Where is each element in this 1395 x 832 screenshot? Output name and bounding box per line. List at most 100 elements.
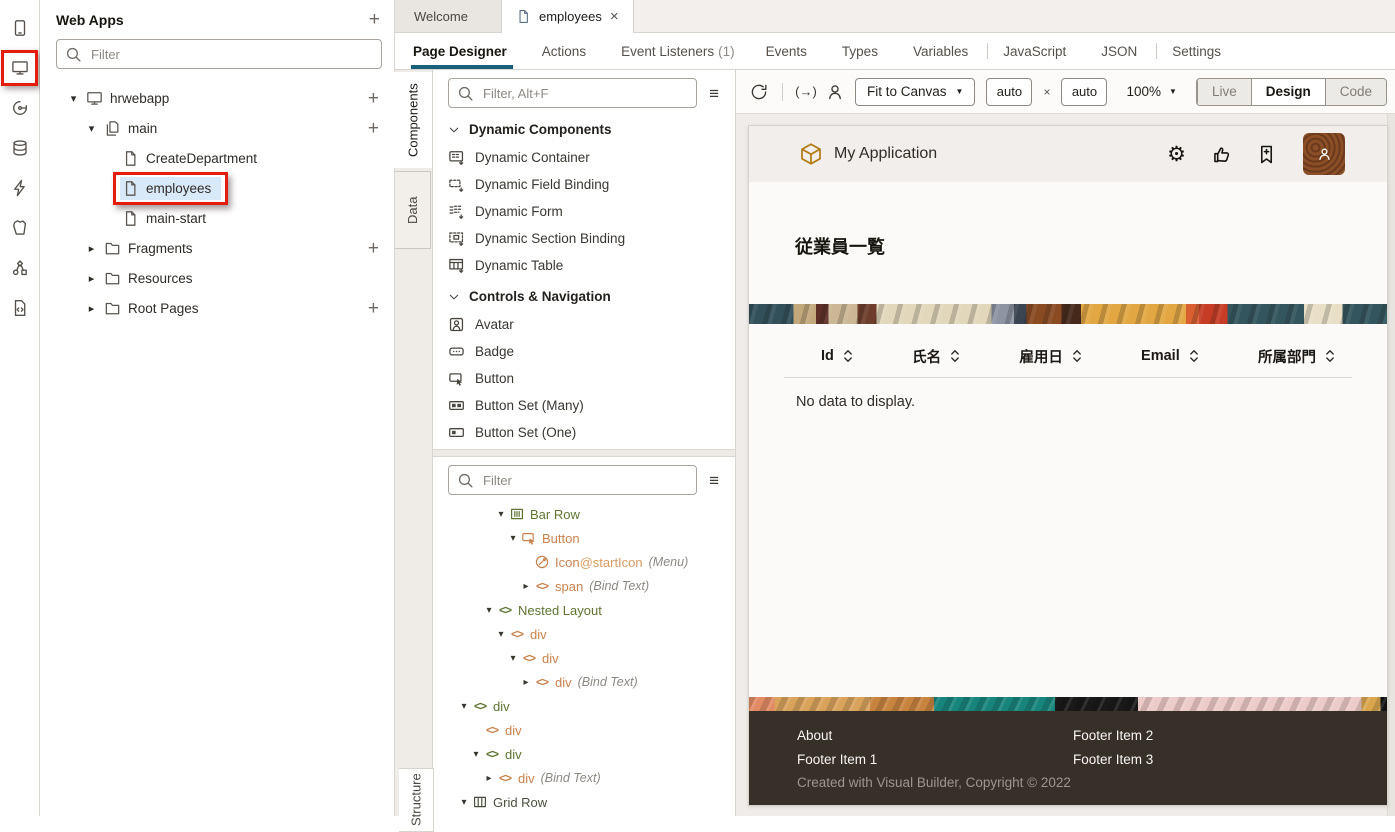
- structure-tree-item[interactable]: ▸ <> div (Bind Text): [433, 766, 735, 790]
- processes-nav[interactable]: [0, 168, 39, 208]
- refresh-icon[interactable]: [750, 83, 768, 101]
- tree-item-content[interactable]: Resources: [102, 267, 203, 290]
- add-web-app-button[interactable]: +: [369, 10, 380, 29]
- footer-link[interactable]: Footer Item 3: [1073, 748, 1153, 772]
- section-controls-navigation[interactable]: Controls & Navigation: [433, 279, 735, 311]
- down-icon[interactable]: ▾: [505, 653, 521, 664]
- sort-icon[interactable]: [1189, 348, 1199, 364]
- right-icon[interactable]: ▸: [81, 302, 102, 315]
- structure-tree-item[interactable]: ▾ <> div: [433, 622, 735, 646]
- app-logo-icon[interactable]: [799, 142, 823, 166]
- structure-tree-item[interactable]: ▸ <> div (Bind Text): [433, 670, 735, 694]
- down-icon[interactable]: ▾: [456, 797, 472, 808]
- down-icon[interactable]: ▾: [81, 122, 102, 135]
- tab-welcome[interactable]: Welcome: [395, 0, 502, 32]
- add-button[interactable]: +: [368, 119, 379, 138]
- tab-structure[interactable]: Structure: [399, 768, 434, 832]
- tree-item[interactable]: ▾ hrwebapp +: [40, 83, 394, 113]
- sort-icon[interactable]: [1325, 348, 1335, 364]
- component-palette-item[interactable]: Avatar: [433, 311, 735, 338]
- panel-splitter[interactable]: [433, 449, 735, 457]
- tree-item-content[interactable]: hrwebapp: [84, 87, 179, 110]
- down-icon[interactable]: ▾: [493, 629, 509, 640]
- component-palette-item[interactable]: Button Set (One): [433, 419, 735, 446]
- structure-tree-item[interactable]: ▾ <> div: [433, 742, 735, 766]
- table-column-header[interactable]: 氏名: [912, 346, 960, 367]
- add-button[interactable]: +: [368, 89, 379, 108]
- tree-item[interactable]: ▸ Fragments +: [40, 233, 394, 263]
- canvas-width-input[interactable]: auto: [986, 77, 1033, 106]
- business-objects-nav[interactable]: [0, 128, 39, 168]
- structure-tree-item[interactable]: ▸ <> span (Bind Text): [433, 574, 735, 598]
- tree-item-content[interactable]: main-start: [120, 207, 216, 230]
- mode-button[interactable]: Live: [1196, 78, 1251, 105]
- component-palette-item[interactable]: Button Set (Many): [433, 392, 735, 419]
- user-avatar[interactable]: [1303, 133, 1345, 175]
- table-column-header[interactable]: 雇用日: [1019, 346, 1082, 367]
- structure-filter-input[interactable]: [481, 471, 689, 489]
- footer-link[interactable]: Footer Item 1: [797, 748, 1073, 772]
- down-icon[interactable]: ▾: [63, 92, 84, 105]
- section-dynamic-components[interactable]: Dynamic Components: [433, 112, 735, 144]
- components-menu-icon[interactable]: ≡: [709, 85, 719, 102]
- add-button[interactable]: +: [368, 299, 379, 318]
- canvas-scrollbar[interactable]: [1387, 114, 1395, 816]
- canvas-height-input[interactable]: auto: [1061, 77, 1108, 106]
- components-filter-input[interactable]: [481, 84, 689, 102]
- table-column-header[interactable]: Id: [821, 348, 853, 364]
- components-filter[interactable]: [448, 78, 698, 108]
- table-column-header[interactable]: Email: [1141, 348, 1199, 364]
- right-icon[interactable]: ▸: [481, 773, 497, 784]
- component-palette-item[interactable]: Dynamic Field Binding: [433, 171, 735, 198]
- structure-tree-item[interactable]: Icon @startIcon (Menu): [433, 550, 735, 574]
- designer-tab[interactable]: Actions: [529, 33, 603, 69]
- add-button[interactable]: +: [368, 239, 379, 258]
- structure-tree-item[interactable]: ▾ Bar Row: [433, 502, 735, 526]
- sort-icon[interactable]: [1072, 348, 1082, 364]
- webapps-filter[interactable]: [56, 39, 382, 69]
- tab-data[interactable]: Data: [395, 171, 431, 249]
- sort-icon[interactable]: [950, 348, 960, 364]
- component-palette-item[interactable]: Dynamic Container: [433, 144, 735, 171]
- structure-tree-item[interactable]: ▾ Button: [433, 526, 735, 550]
- structure-menu-icon[interactable]: ≡: [709, 472, 719, 489]
- live-pointer-icon[interactable]: (→): [795, 83, 817, 101]
- down-icon[interactable]: ▾: [481, 605, 497, 616]
- structure-tree-item[interactable]: ▾ Grid Row: [433, 790, 735, 814]
- bookmark-add-icon[interactable]: [1256, 144, 1277, 165]
- footer-link[interactable]: Footer Item 2: [1073, 724, 1153, 748]
- designer-tab[interactable]: Page Designer: [400, 33, 524, 69]
- component-palette-item[interactable]: Badge: [433, 338, 735, 365]
- table-column-header[interactable]: 所属部門: [1258, 346, 1335, 367]
- designer-tab[interactable]: JavaScript: [990, 33, 1083, 69]
- tree-item[interactable]: ▸ Resources +: [40, 263, 394, 293]
- footer-link[interactable]: About: [797, 724, 1073, 748]
- structure-filter[interactable]: [448, 465, 698, 495]
- webapps-filter-input[interactable]: [89, 45, 373, 63]
- service-connections-nav[interactable]: [0, 88, 39, 128]
- fit-to-canvas-select[interactable]: Fit to Canvas ▼: [855, 77, 976, 106]
- right-icon[interactable]: ▸: [518, 581, 534, 592]
- right-icon[interactable]: ▸: [81, 272, 102, 285]
- components-nav[interactable]: [0, 208, 39, 248]
- right-icon[interactable]: ▸: [518, 677, 534, 688]
- sort-icon[interactable]: [843, 348, 853, 364]
- designer-tab[interactable]: Types: [829, 33, 895, 69]
- mode-button[interactable]: Design: [1250, 78, 1325, 105]
- structure-tree-item[interactable]: ▾ <> Nested Layout: [433, 598, 735, 622]
- designer-tab[interactable]: Settings: [1159, 33, 1238, 69]
- structure-tree-item[interactable]: ▾ <> div: [433, 694, 735, 718]
- down-icon[interactable]: ▾: [505, 533, 521, 544]
- designer-tab[interactable]: JSON: [1088, 33, 1154, 69]
- down-icon[interactable]: ▾: [493, 509, 509, 520]
- zoom-select[interactable]: 100% ▼: [1126, 84, 1176, 99]
- tree-item-content[interactable]: Root Pages: [102, 297, 209, 320]
- structure-tree-item[interactable]: <> div: [433, 718, 735, 742]
- tab-employees[interactable]: employees ×: [502, 0, 634, 33]
- component-palette-item[interactable]: Button: [433, 365, 735, 392]
- designer-tab[interactable]: Variables: [900, 33, 985, 69]
- thumbs-up-icon[interactable]: [1211, 144, 1232, 165]
- app-preview-page[interactable]: My Application ⚙ 従業員一覧 Id 氏名 雇用日 Email 所…: [748, 125, 1388, 806]
- mode-button[interactable]: Code: [1324, 78, 1386, 105]
- tree-item-content[interactable]: CreateDepartment: [120, 147, 267, 170]
